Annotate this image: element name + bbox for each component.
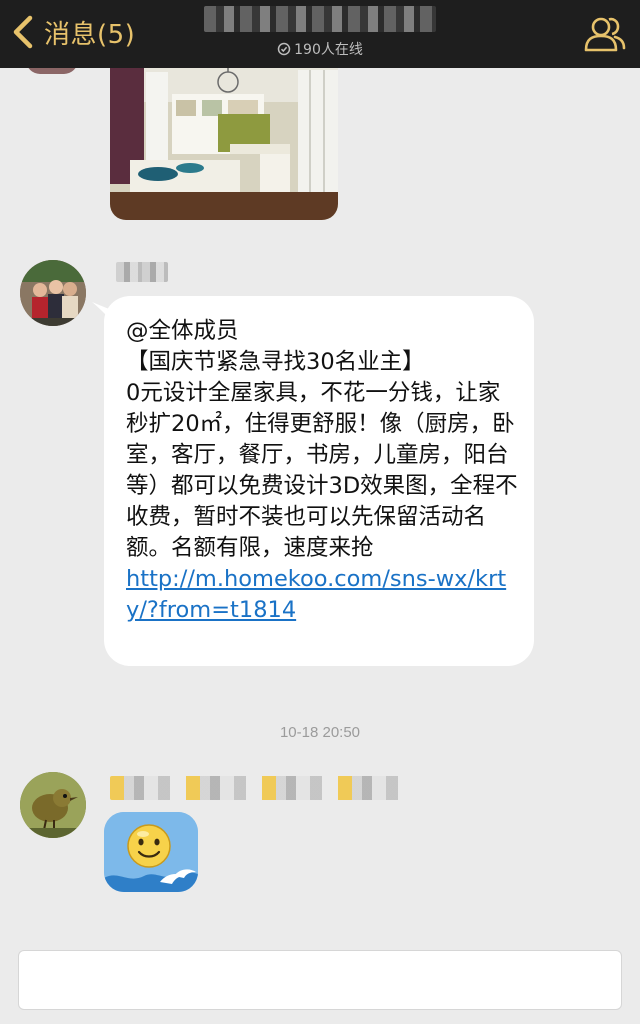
message-link[interactable]: http://m.homekoo.com/sns-wx/krty/?from=t… bbox=[126, 566, 506, 623]
smiley-sticker-icon bbox=[104, 812, 198, 892]
family-photo bbox=[20, 260, 86, 326]
online-count-text: 190人在线 bbox=[294, 42, 363, 58]
group-members-icon[interactable] bbox=[580, 10, 628, 58]
online-status-icon bbox=[277, 42, 291, 56]
message-timestamp: 10-18 20:50 bbox=[279, 724, 361, 741]
group-title-redacted bbox=[204, 6, 436, 32]
message-body: 【国庆节紧急寻找30名业主】 0元设计全屋家具，不花一分钱，让家秒扩20㎡，住得… bbox=[126, 349, 518, 561]
sender-name-redacted bbox=[116, 262, 168, 282]
message-input-bar bbox=[0, 934, 640, 1024]
avatar[interactable] bbox=[20, 260, 86, 326]
text-message-bubble[interactable]: @全体成员 【国庆节紧急寻找30名业主】 0元设计全屋家具，不花一分钱，让家秒扩… bbox=[104, 296, 534, 666]
avatar[interactable] bbox=[20, 772, 86, 838]
online-count: 190人在线 bbox=[0, 39, 640, 59]
image-message[interactable] bbox=[110, 64, 338, 220]
message-input[interactable] bbox=[18, 950, 622, 1010]
mention-text: @全体成员 bbox=[126, 318, 239, 344]
chat-header: 消息(5) 190人在线 bbox=[0, 0, 640, 68]
sticker-message[interactable] bbox=[104, 812, 198, 892]
room-photo bbox=[110, 64, 338, 220]
bird-photo bbox=[20, 772, 86, 838]
sender-name-redacted bbox=[110, 776, 410, 800]
